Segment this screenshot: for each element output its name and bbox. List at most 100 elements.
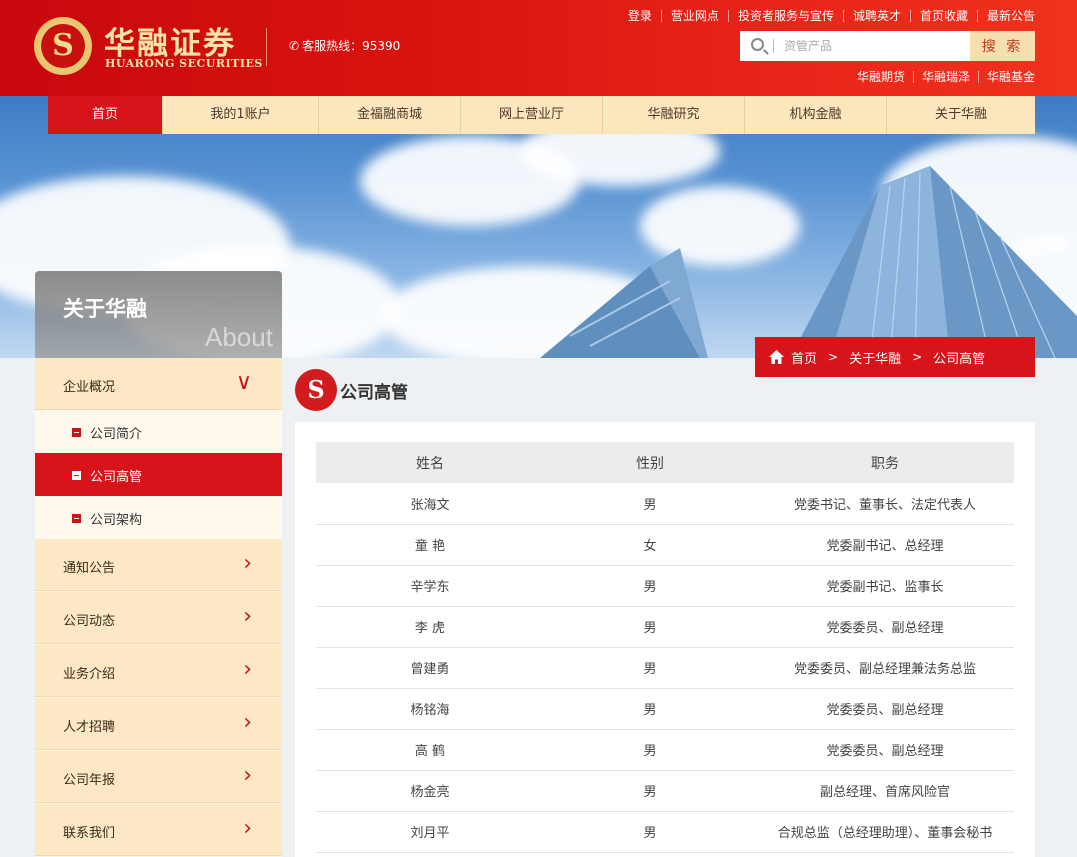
cell-name: 曾建勇 xyxy=(316,647,544,689)
cell-gender: 男 xyxy=(544,811,756,853)
cell-gender: 女 xyxy=(544,524,756,566)
chevron-right-icon: › xyxy=(243,763,252,788)
header-gender: 性别 xyxy=(544,442,756,483)
chevron-right-icon: › xyxy=(243,710,252,735)
link-huarong-futures[interactable]: 华融期货 xyxy=(849,71,913,83)
main-nav: 首页 我的1账户 金福融商城 网上营业厅 华融研究 机构金融 关于华融 xyxy=(48,96,1035,134)
brand-s-icon: S xyxy=(295,369,337,411)
table-row: 辛学东 男 党委副书记、监事长 xyxy=(316,565,1014,607)
phone-icon: ✆ xyxy=(289,39,300,53)
site-header: S 华融证券 HUARONG SECURITIES ✆ 客服热线：95390 登录… xyxy=(0,0,1077,96)
cell-position: 党委副书记、监事长 xyxy=(756,565,1014,607)
search-divider xyxy=(773,39,774,53)
cell-position: 党委书记、董事长、法定代表人 xyxy=(756,483,1014,525)
chevron-right-icon: › xyxy=(243,657,252,682)
cell-name: 高 鹤 xyxy=(316,729,544,771)
table-row: 刘月平 男 合规总监（总经理助理）、董事会秘书 xyxy=(316,811,1014,853)
sidebar-item-business[interactable]: 业务介绍 › xyxy=(35,645,282,697)
sidebar-title: 关于华融 About xyxy=(35,271,282,358)
cell-name: 李 虎 xyxy=(316,606,544,648)
table-row: 杨金亮 男 副总经理、首席风险官 xyxy=(316,770,1014,812)
sidebar-item-annual-report[interactable]: 公司年报 › xyxy=(35,751,282,803)
logo-divider xyxy=(266,28,267,66)
sidebar-menu: 企业概况 ∨ 公司简介 公司高管 公司架构 通知公告 › 公司动态 › 业务介绍… xyxy=(35,358,282,857)
page-title: 公司高管 xyxy=(340,382,408,403)
sidebar-item-notices[interactable]: 通知公告 › xyxy=(35,539,282,591)
nav-online-hall[interactable]: 网上营业厅 xyxy=(460,96,602,134)
cell-position: 党委副书记、总经理 xyxy=(756,524,1014,566)
breadcrumb-home[interactable]: 首页 xyxy=(791,348,817,367)
link-investor-service[interactable]: 投资者服务与宣传 xyxy=(727,10,843,22)
cell-gender: 男 xyxy=(544,606,756,648)
search-button[interactable]: 搜 索 xyxy=(970,31,1035,61)
cell-position: 党委委员、副总经理 xyxy=(756,688,1014,730)
cell-name: 刘月平 xyxy=(316,811,544,853)
subsidiary-links: 华融期货 华融瑞泽 华融基金 xyxy=(849,71,1035,83)
link-login[interactable]: 登录 xyxy=(619,10,661,22)
sidebar-item-overview[interactable]: 企业概况 ∨ xyxy=(35,358,282,410)
link-huarong-ruize[interactable]: 华融瑞泽 xyxy=(912,71,978,83)
chevron-right-icon: > xyxy=(828,350,839,364)
table-row: 张海文 男 党委书记、董事长、法定代表人 xyxy=(316,483,1014,525)
table-row: 李 虎 男 党委委员、副总经理 xyxy=(316,606,1014,648)
cell-gender: 男 xyxy=(544,688,756,730)
table-header-row: 姓名 性别 职务 xyxy=(316,442,1014,483)
nav-research[interactable]: 华融研究 xyxy=(602,96,744,134)
link-careers[interactable]: 诚聘英才 xyxy=(842,10,910,22)
section-header: S 公司高管 xyxy=(295,367,408,413)
home-icon[interactable] xyxy=(769,350,784,364)
sidebar-subitem-executives[interactable]: 公司高管 xyxy=(35,453,282,496)
sidebar-item-contact[interactable]: 联系我们 › xyxy=(35,804,282,856)
cell-name: 杨铭海 xyxy=(316,688,544,730)
bullet-icon xyxy=(72,514,81,523)
chevron-right-icon: › xyxy=(243,816,252,841)
building-illustration xyxy=(540,248,708,358)
breadcrumb-about[interactable]: 关于华融 xyxy=(849,348,901,367)
nav-home[interactable]: 首页 xyxy=(48,96,162,134)
cell-name: 童 艳 xyxy=(316,524,544,566)
cell-name: 杨金亮 xyxy=(316,770,544,812)
logo-text-en: HUARONG SECURITIES xyxy=(105,57,263,70)
cell-gender: 男 xyxy=(544,483,756,525)
table-row: 高 鹤 男 党委委员、副总经理 xyxy=(316,729,1014,771)
breadcrumb-current: 公司高管 xyxy=(933,351,986,367)
sidebar-subitem-structure[interactable]: 公司架构 xyxy=(35,496,282,539)
link-bookmark[interactable]: 首页收藏 xyxy=(909,10,977,22)
chevron-right-icon: > xyxy=(912,350,923,364)
nav-about[interactable]: 关于华融 xyxy=(886,96,1035,134)
nav-my-account[interactable]: 我的1账户 xyxy=(162,96,318,134)
sidebar-title-cn: 关于华融 xyxy=(63,297,147,321)
sidebar-item-news[interactable]: 公司动态 › xyxy=(35,592,282,644)
nav-institutional[interactable]: 机构金融 xyxy=(744,96,886,134)
nav-mall[interactable]: 金福融商城 xyxy=(318,96,460,134)
chevron-right-icon: › xyxy=(243,604,252,629)
executives-card: 姓名 性别 职务 张海文 男 党委书记、董事长、法定代表人 童 艳 女 党委副书… xyxy=(295,422,1035,857)
search-icon xyxy=(751,38,764,51)
sidebar-title-en: About xyxy=(205,322,273,352)
cell-gender: 男 xyxy=(544,770,756,812)
skyscraper-illustration xyxy=(790,166,1077,358)
sidebar-subitem-profile[interactable]: 公司简介 xyxy=(35,410,282,453)
cell-position: 党委委员、副总经理兼法务总监 xyxy=(756,647,1014,689)
search-input[interactable] xyxy=(784,36,964,56)
cell-gender: 男 xyxy=(544,729,756,771)
hotline-number: 95390 xyxy=(362,39,401,53)
bullet-icon xyxy=(72,428,81,437)
executives-table: 姓名 性别 职务 张海文 男 党委书记、董事长、法定代表人 童 艳 女 党委副书… xyxy=(316,442,1014,853)
link-announcements[interactable]: 最新公告 xyxy=(976,10,1035,22)
hotline: ✆ 客服热线：95390 xyxy=(289,39,401,53)
huarong-logo-icon[interactable]: S xyxy=(34,17,92,75)
chevron-right-icon: › xyxy=(243,551,252,576)
sidebar-item-recruitment[interactable]: 人才招聘 › xyxy=(35,698,282,750)
cell-position: 党委委员、副总经理 xyxy=(756,606,1014,648)
chevron-down-icon: ∨ xyxy=(235,370,252,395)
link-branches[interactable]: 营业网点 xyxy=(660,10,728,22)
cell-position: 党委委员、副总经理 xyxy=(756,729,1014,771)
cell-position: 副总经理、首席风险官 xyxy=(756,770,1014,812)
header-position: 职务 xyxy=(756,442,1014,483)
cell-gender: 男 xyxy=(544,565,756,607)
bullet-icon xyxy=(72,471,81,480)
header-name: 姓名 xyxy=(316,442,544,483)
link-huarong-fund[interactable]: 华融基金 xyxy=(977,71,1035,83)
cell-gender: 男 xyxy=(544,647,756,689)
